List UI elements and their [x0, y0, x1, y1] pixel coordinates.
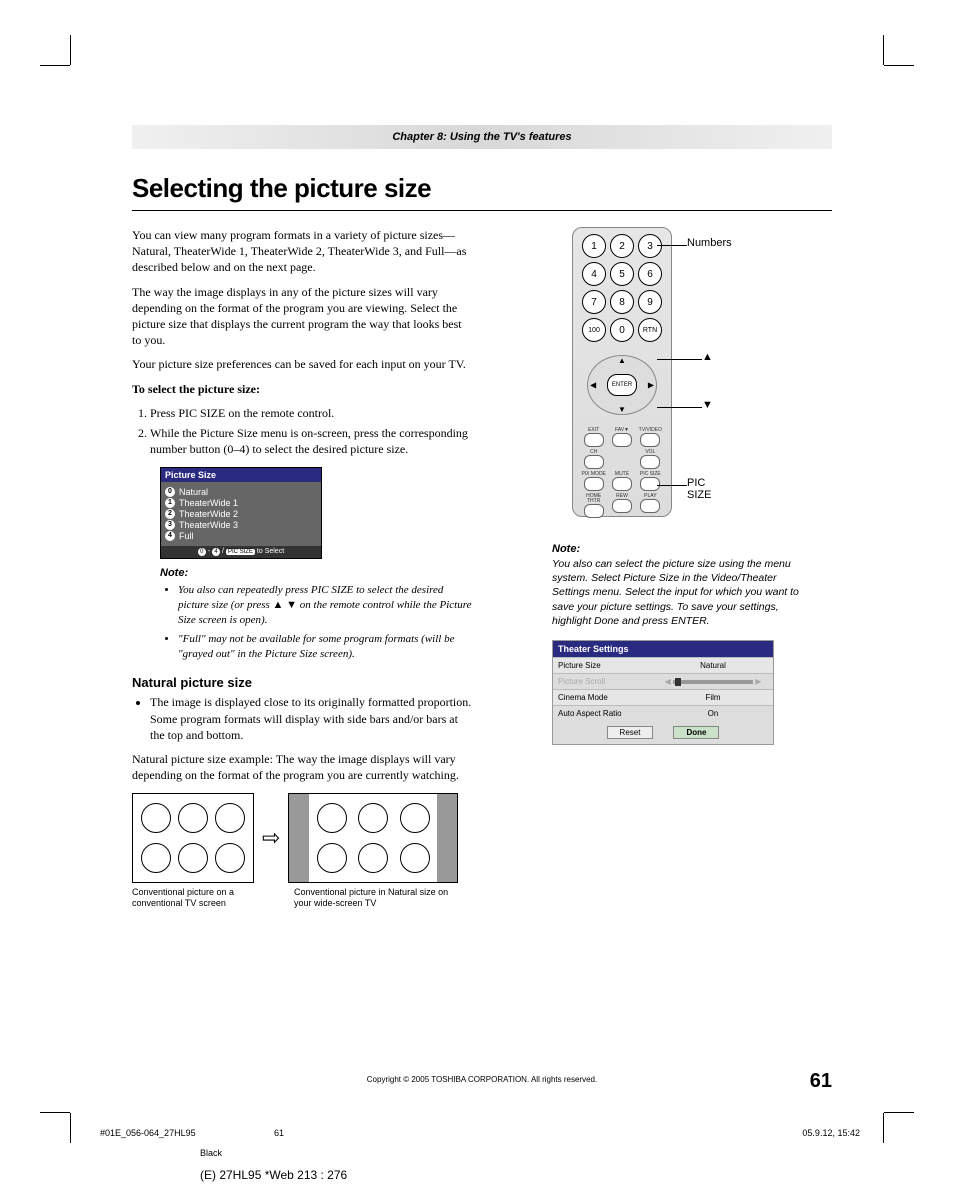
- osd-item: 3TheaterWide 3: [165, 520, 317, 530]
- callout-picsize: PIC SIZE: [687, 477, 711, 501]
- natural-bullet: The image is displayed close to its orig…: [150, 694, 472, 743]
- dpad-down-icon: ▼: [618, 405, 626, 414]
- callout-numbers: Numbers: [687, 237, 732, 249]
- theater-settings-menu: Theater Settings Picture Size Natural Pi…: [552, 640, 774, 745]
- chapter-header: Chapter 8: Using the TV's features: [132, 125, 832, 149]
- crop-mark: [40, 65, 70, 66]
- remote-number-button: 4: [582, 262, 606, 286]
- osd-picture-size-menu: Picture Size 0Natural 1TheaterWide 1 2Th…: [160, 467, 322, 559]
- crop-mark: [883, 1113, 884, 1143]
- slider-icon: [673, 680, 753, 684]
- arrow-right-icon: ⇨: [262, 825, 280, 851]
- remote-number-button: 0: [610, 318, 634, 342]
- note-item: You also can repeatedly press PIC SIZE t…: [178, 583, 472, 628]
- remote-enter-button: ENTER: [607, 374, 637, 396]
- dpad-left-icon: ◀: [590, 381, 596, 390]
- reset-button: Reset: [607, 726, 654, 739]
- callout-up-arrow: ▲: [702, 351, 713, 363]
- conventional-tv-diagram: [132, 793, 254, 883]
- callout-down-arrow: ▼: [702, 399, 713, 411]
- steps-list: Press PIC SIZE on the remote control. Wh…: [150, 405, 472, 458]
- remote-diagram: 1 2 3 4 5 6 7 8 9 100 0 RTN: [572, 227, 702, 517]
- dpad-up-icon: ▲: [618, 356, 626, 365]
- step-item: Press PIC SIZE on the remote control.: [150, 405, 472, 421]
- crop-mark: [884, 1112, 914, 1113]
- remote-number-button: 5: [610, 262, 634, 286]
- remote-number-button: 6: [638, 262, 662, 286]
- osd-item: 0Natural: [165, 487, 317, 497]
- settings-row: Cinema Mode Film: [553, 689, 773, 705]
- page-content: Chapter 8: Using the TV's features Selec…: [132, 125, 832, 909]
- dpad-right-icon: ▶: [648, 381, 654, 390]
- settings-button-row: Reset Done: [553, 721, 773, 744]
- left-column: You can view many program formats in a v…: [132, 227, 472, 909]
- note-label: Note:: [552, 543, 812, 555]
- settings-row: Picture Size Natural: [553, 657, 773, 673]
- osd-item: 1TheaterWide 1: [165, 498, 317, 508]
- note-item: "Full" may not be available for some pro…: [178, 632, 472, 662]
- howto-label: To select the picture size:: [132, 381, 472, 397]
- remote-number-button: 7: [582, 290, 606, 314]
- diagram-row: ⇨: [132, 793, 472, 883]
- remote-number-button: 2: [610, 234, 634, 258]
- note-right-text: You also can select the picture size usi…: [552, 557, 812, 628]
- copyright-text: Copyright © 2005 TOSHIBA CORPORATION. Al…: [132, 1075, 832, 1084]
- step-item: While the Picture Size menu is on-screen…: [150, 425, 472, 457]
- osd-title: Picture Size: [161, 468, 321, 482]
- natural-example-text: Natural picture size example: The way th…: [132, 751, 472, 783]
- osd-footer: 0 - 4 / PIC SIZE to Select: [161, 546, 321, 558]
- rule: [132, 210, 832, 211]
- remote-number-button: 3: [638, 234, 662, 258]
- web-reference: (E) 27HL95 *Web 213 : 276: [200, 1168, 347, 1182]
- note-list: You also can repeatedly press PIC SIZE t…: [160, 583, 472, 661]
- intro-paragraph: The way the image displays in any of the…: [132, 284, 472, 349]
- intro-paragraph: Your picture size preferences can be sav…: [132, 356, 472, 372]
- right-column: 1 2 3 4 5 6 7 8 9 100 0 RTN: [552, 227, 812, 909]
- osd-item: 4Full: [165, 531, 317, 541]
- remote-100-button: 100: [582, 318, 606, 342]
- remote-rtn-button: RTN: [638, 318, 662, 342]
- done-button: Done: [673, 726, 719, 739]
- natural-heading: Natural picture size: [132, 675, 472, 690]
- print-footer: #01E_056-064_27HL95 61 05.9.12, 15:42: [100, 1128, 860, 1138]
- remote-number-button: 9: [638, 290, 662, 314]
- crop-mark: [883, 35, 884, 65]
- remote-picsize-button: [640, 477, 660, 491]
- remote-number-button: 1: [582, 234, 606, 258]
- settings-row: Auto Aspect Ratio On: [553, 705, 773, 721]
- crop-mark: [40, 1112, 70, 1113]
- crop-mark: [70, 35, 71, 65]
- note-label: Note:: [160, 567, 472, 579]
- widescreen-tv-diagram: [288, 793, 458, 883]
- page-number: 61: [810, 1070, 832, 1093]
- diagram-caption: Conventional picture on a conventional T…: [132, 887, 252, 909]
- osd-item: 2TheaterWide 2: [165, 509, 317, 519]
- remote-number-button: 8: [610, 290, 634, 314]
- natural-bullet-list: The image is displayed close to its orig…: [132, 694, 472, 743]
- crop-mark: [884, 65, 914, 66]
- print-date: 05.9.12, 15:42: [802, 1128, 860, 1138]
- print-color: Black: [200, 1148, 222, 1158]
- remote-dpad: ENTER ▲ ▼ ◀ ▶: [582, 350, 662, 420]
- print-file: #01E_056-064_27HL95: [100, 1128, 196, 1138]
- crop-mark: [70, 1113, 71, 1143]
- remote-lower-buttons: EXIT FAV▼ TV/VIDEO CH VOL PIX MODE MUTE …: [577, 428, 667, 518]
- print-page: 61: [274, 1128, 284, 1138]
- section-title: Selecting the picture size: [132, 173, 832, 204]
- intro-paragraph: You can view many program formats in a v…: [132, 227, 472, 276]
- settings-title: Theater Settings: [553, 641, 773, 657]
- settings-row: Picture Scroll ◀ ▶: [553, 673, 773, 689]
- diagram-caption: Conventional picture in Natural size on …: [294, 887, 462, 909]
